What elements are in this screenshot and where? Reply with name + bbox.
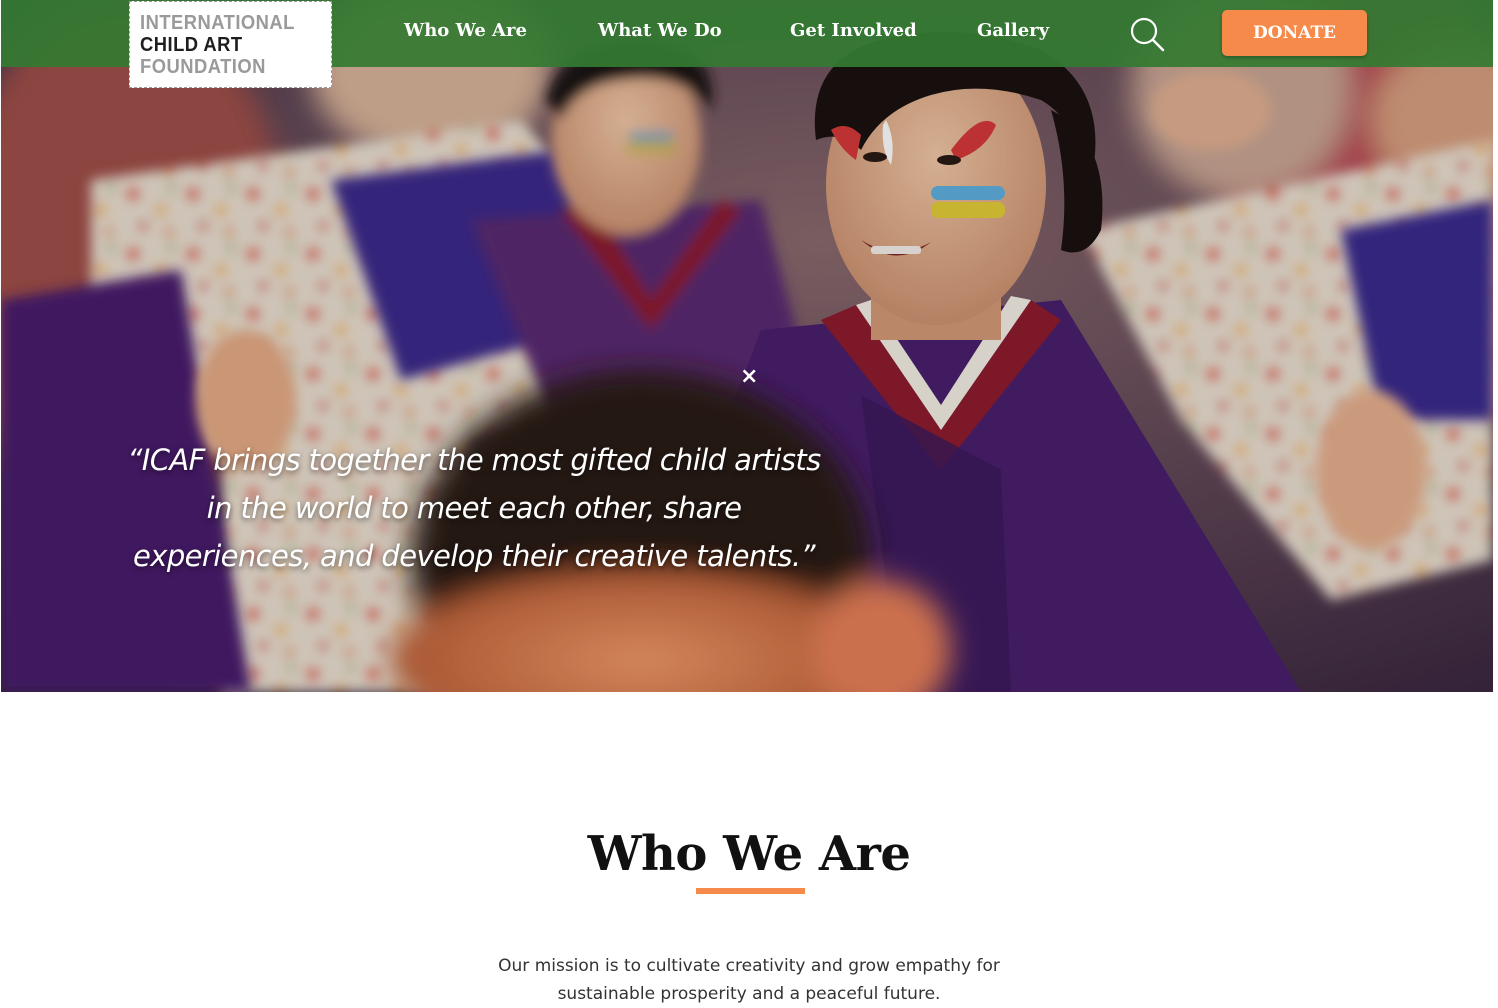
hero-quote: “ICAF brings together the most gifted ch… <box>127 443 821 573</box>
section-title-who-we-are: Who We Are <box>587 826 911 882</box>
site-logo[interactable]: INTERNATIONAL CHILD ART FOUNDATION <box>129 1 332 88</box>
logo-line-international: INTERNATIONAL <box>140 12 295 34</box>
nav-who-we-are[interactable]: Who We Are <box>404 20 527 41</box>
nav-what-we-do[interactable]: What We Do <box>598 20 722 41</box>
nav-gallery[interactable]: Gallery <box>977 20 1049 41</box>
title-underline <box>696 888 805 894</box>
logo-line-foundation: FOUNDATION <box>140 56 266 78</box>
donate-button[interactable]: DONATE <box>1222 10 1367 56</box>
hero-photo <box>1 0 1493 692</box>
close-icon[interactable]: × <box>740 366 758 388</box>
hero-banner: × “ICAF brings together the most gifted … <box>1 0 1493 692</box>
search-icon[interactable] <box>1127 14 1167 54</box>
logo-line-child-art: CHILD ART <box>140 34 243 56</box>
nav-get-involved[interactable]: Get Involved <box>790 20 917 41</box>
